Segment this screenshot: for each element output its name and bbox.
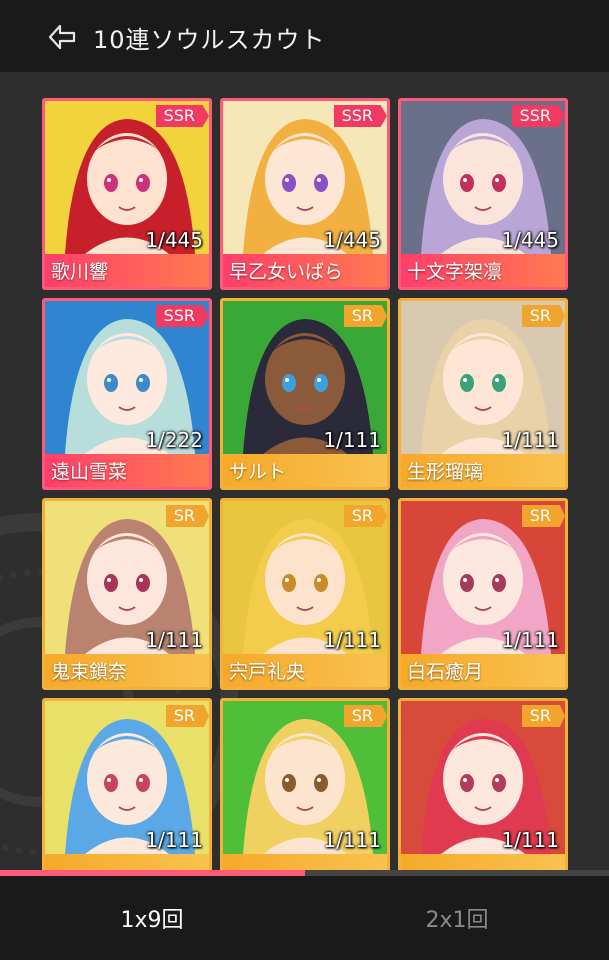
character-name: 宍戸礼央 <box>223 654 387 687</box>
rarity-badge: SR <box>343 505 387 527</box>
rarity-badge: SR <box>343 705 387 727</box>
character-card[interactable]: SR 1/111 サルト <box>220 298 390 490</box>
tab-1x9[interactable]: 1x9回 <box>0 876 304 960</box>
character-name: 十文字架凛 <box>401 254 565 287</box>
soul-count: 1/111 <box>323 428 381 452</box>
soul-count: 1/111 <box>501 628 559 652</box>
page-title: 10連ソウルスカウト <box>93 26 326 54</box>
rarity-badge: SSR <box>155 105 209 127</box>
character-card[interactable]: SR 1/111 宍戸礼央 <box>220 498 390 690</box>
character-name: 白石癒月 <box>401 654 565 687</box>
soul-count: 1/222 <box>145 428 203 452</box>
soul-count: 1/111 <box>501 828 559 852</box>
character-name: サルト <box>223 454 387 487</box>
character-card[interactable]: SR 1/111 <box>42 698 212 870</box>
rarity-badge: SR <box>521 705 565 727</box>
character-name: 鬼束鎖奈 <box>45 654 209 687</box>
rarity-badge: SR <box>343 305 387 327</box>
rarity-badge: SSR <box>155 305 209 327</box>
character-name: 遠山雪菜 <box>45 454 209 487</box>
character-card[interactable]: SR 1/111 生形瑠璃 <box>398 298 568 490</box>
soul-count: 1/445 <box>145 228 203 252</box>
character-name <box>223 854 387 870</box>
soul-count: 1/111 <box>501 428 559 452</box>
character-card[interactable]: SR 1/111 鬼束鎖奈 <box>42 498 212 690</box>
character-name: 歌川響 <box>45 254 209 287</box>
back-arrow-icon[interactable] <box>48 24 76 50</box>
footer-tabs: 1x9回 2x1回 <box>0 876 609 960</box>
rarity-badge: SSR <box>333 105 387 127</box>
soul-count: 1/111 <box>145 828 203 852</box>
rarity-badge: SR <box>165 505 209 527</box>
soul-count: 1/445 <box>323 228 381 252</box>
character-card[interactable]: SSR 1/445 十文字架凛 <box>398 98 568 290</box>
character-name: 生形瑠璃 <box>401 454 565 487</box>
character-name: 早乙女いばら <box>223 254 387 287</box>
soul-count: 1/445 <box>501 228 559 252</box>
character-card[interactable]: SSR 1/445 歌川響 <box>42 98 212 290</box>
results-area: SSR 1/445 歌川響 SSR 1/445 早乙女いばら SSR 1/445 十文字架凛 SS… <box>0 72 609 870</box>
soul-count: 1/111 <box>323 828 381 852</box>
header-bar: 10連ソウルスカウト <box>0 0 609 72</box>
rarity-badge: SR <box>165 705 209 727</box>
tab-2x1[interactable]: 2x1回 <box>305 876 609 960</box>
character-name <box>401 854 565 870</box>
rarity-badge: SSR <box>511 105 565 127</box>
soul-count: 1/111 <box>145 628 203 652</box>
character-card[interactable]: SR 1/111 白石癒月 <box>398 498 568 690</box>
rarity-badge: SR <box>521 505 565 527</box>
soul-count: 1/111 <box>323 628 381 652</box>
character-card[interactable]: SR 1/111 <box>220 698 390 870</box>
character-card[interactable]: SR 1/111 <box>398 698 568 870</box>
rarity-badge: SR <box>521 305 565 327</box>
character-card[interactable]: SSR 1/222 遠山雪菜 <box>42 298 212 490</box>
character-card[interactable]: SSR 1/445 早乙女いばら <box>220 98 390 290</box>
character-name <box>45 854 209 870</box>
